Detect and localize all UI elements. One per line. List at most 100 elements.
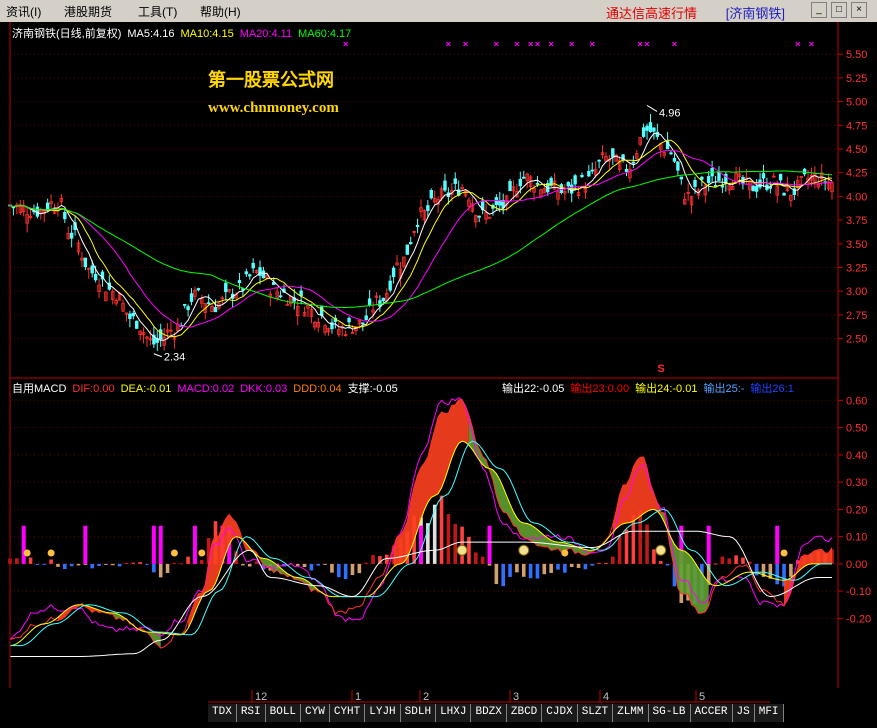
- candle-body: [90, 265, 94, 274]
- candle-body: [224, 282, 228, 293]
- macd-bar: [69, 563, 74, 567]
- tab-boll[interactable]: BOLL: [265, 704, 302, 722]
- candle-body: [388, 280, 392, 291]
- macd-bar: [569, 563, 574, 568]
- money-bag-icon: [655, 544, 667, 556]
- candle-body: [782, 192, 786, 196]
- macd-header-item: 自用MACD: [12, 382, 66, 395]
- tab-tdx[interactable]: TDX: [208, 704, 237, 722]
- minimize-icon[interactable]: _: [811, 2, 827, 18]
- macd-axis-label: 0.20: [846, 504, 867, 516]
- candle-body: [751, 185, 755, 192]
- month-axis: 12 1 2 3 4 5: [208, 690, 770, 703]
- stock-tag[interactable]: [济南钢铁]: [726, 3, 785, 22]
- tab-zbcd[interactable]: ZBCD: [506, 704, 543, 722]
- macd-header-right-item: 输出25:-: [703, 381, 744, 395]
- tab-mfi[interactable]: MFI: [754, 704, 784, 722]
- macd-bar: [28, 557, 33, 564]
- candle-body: [131, 312, 135, 317]
- macd-bar: [720, 556, 725, 564]
- candle-body: [347, 317, 351, 323]
- candle-body: [631, 161, 636, 164]
- price-header-item: MA60:4.17: [298, 28, 351, 40]
- tab-zlmm[interactable]: ZLMM: [613, 704, 649, 722]
- menu-hk-futures[interactable]: 港股期货: [64, 3, 112, 20]
- macd-axis-label: -0.20: [846, 613, 871, 625]
- tab-lyjh[interactable]: LYJH: [365, 704, 401, 722]
- macd-bar: [501, 563, 505, 587]
- maximize-icon[interactable]: □: [831, 2, 847, 18]
- macd-header-item: 支撑:-0.05: [348, 381, 398, 395]
- tab-cyw[interactable]: CYW: [301, 704, 330, 722]
- candle-body: [707, 176, 711, 183]
- macd-axis-label: 0.10: [846, 532, 867, 544]
- candle-body: [652, 127, 656, 132]
- macd-bar: [357, 563, 362, 574]
- macd-bar: [576, 563, 581, 568]
- macd-bar: [515, 563, 519, 573]
- macd-bar: [371, 555, 375, 564]
- tab-cjdx[interactable]: CJDX: [542, 704, 578, 722]
- candle-body: [429, 190, 433, 199]
- macd-bar: [138, 562, 142, 564]
- candle-body: [135, 320, 139, 329]
- macd-bar: [474, 552, 478, 564]
- macd-bar: [247, 563, 252, 567]
- candle-body: [381, 297, 386, 302]
- tab-sdlh[interactable]: SDLH: [400, 704, 437, 722]
- tab-rsi[interactable]: RSI: [236, 704, 266, 722]
- macd-bar: [241, 563, 245, 566]
- macd-bar: [645, 524, 649, 564]
- macd-header-item: DIF:0.00: [72, 383, 114, 395]
- candle-body: [672, 157, 677, 162]
- candle-body: [189, 293, 194, 302]
- chart-canvas[interactable]: 4.96 2.34 S 2.50 2.75 3.00 3.25 3.50 3.75 4.00 4.…: [0, 22, 877, 688]
- price-axis-label: 4.75: [846, 120, 867, 132]
- macd-bar: [754, 563, 759, 576]
- hand-icon: [170, 549, 178, 557]
- money-bag-icon: [456, 544, 468, 556]
- macd-bar: [480, 556, 485, 564]
- menu-info[interactable]: 资讯(I): [6, 3, 41, 20]
- month-label: 12: [255, 691, 267, 703]
- menu-tools[interactable]: 工具(T): [138, 3, 177, 20]
- macd-bar: [638, 510, 642, 564]
- candle-body: [158, 329, 163, 340]
- candle-body: [761, 173, 766, 179]
- macd-bar: [295, 563, 300, 566]
- signal-bar: [487, 525, 492, 564]
- macd-bar: [734, 555, 738, 564]
- candle-body: [580, 174, 584, 178]
- macd-bar: [741, 557, 745, 564]
- macd-bar: [439, 495, 444, 564]
- close-icon[interactable]: ×: [851, 2, 867, 18]
- candle-body: [597, 159, 601, 162]
- tab-cyht[interactable]: CYHT: [329, 704, 366, 722]
- macd-bar: [56, 563, 60, 567]
- candle-body: [367, 298, 372, 305]
- signal-bar: [158, 525, 163, 564]
- tab-js[interactable]: JS: [732, 704, 755, 722]
- sell-signal-label: S: [657, 363, 664, 375]
- tab-bdzx[interactable]: BDZX: [471, 704, 507, 722]
- tab-slzt[interactable]: SLZT: [577, 704, 614, 722]
- tab-sg-lb[interactable]: SG-LB: [648, 704, 691, 722]
- month-label: 2: [423, 691, 429, 703]
- menu-help[interactable]: 帮助(H): [200, 3, 241, 20]
- macd-bar: [323, 563, 327, 565]
- price-axis-label: 4.50: [846, 144, 867, 156]
- macd-axis-label: -0.10: [846, 586, 871, 598]
- price-axis-label: 4.00: [846, 191, 867, 203]
- candle-body: [258, 267, 262, 276]
- price-axis-label: 5.25: [846, 73, 867, 85]
- candle-body: [186, 306, 190, 310]
- month-label: 3: [513, 691, 519, 703]
- candle-body: [244, 271, 249, 275]
- macd-bar: [337, 563, 341, 578]
- tab-lhxj[interactable]: LHXJ: [436, 704, 472, 722]
- macd-bar: [487, 563, 492, 566]
- candle-body: [405, 244, 409, 255]
- candle-body: [717, 171, 721, 181]
- tab-accer[interactable]: ACCER: [690, 704, 733, 722]
- macd-bar: [165, 563, 170, 574]
